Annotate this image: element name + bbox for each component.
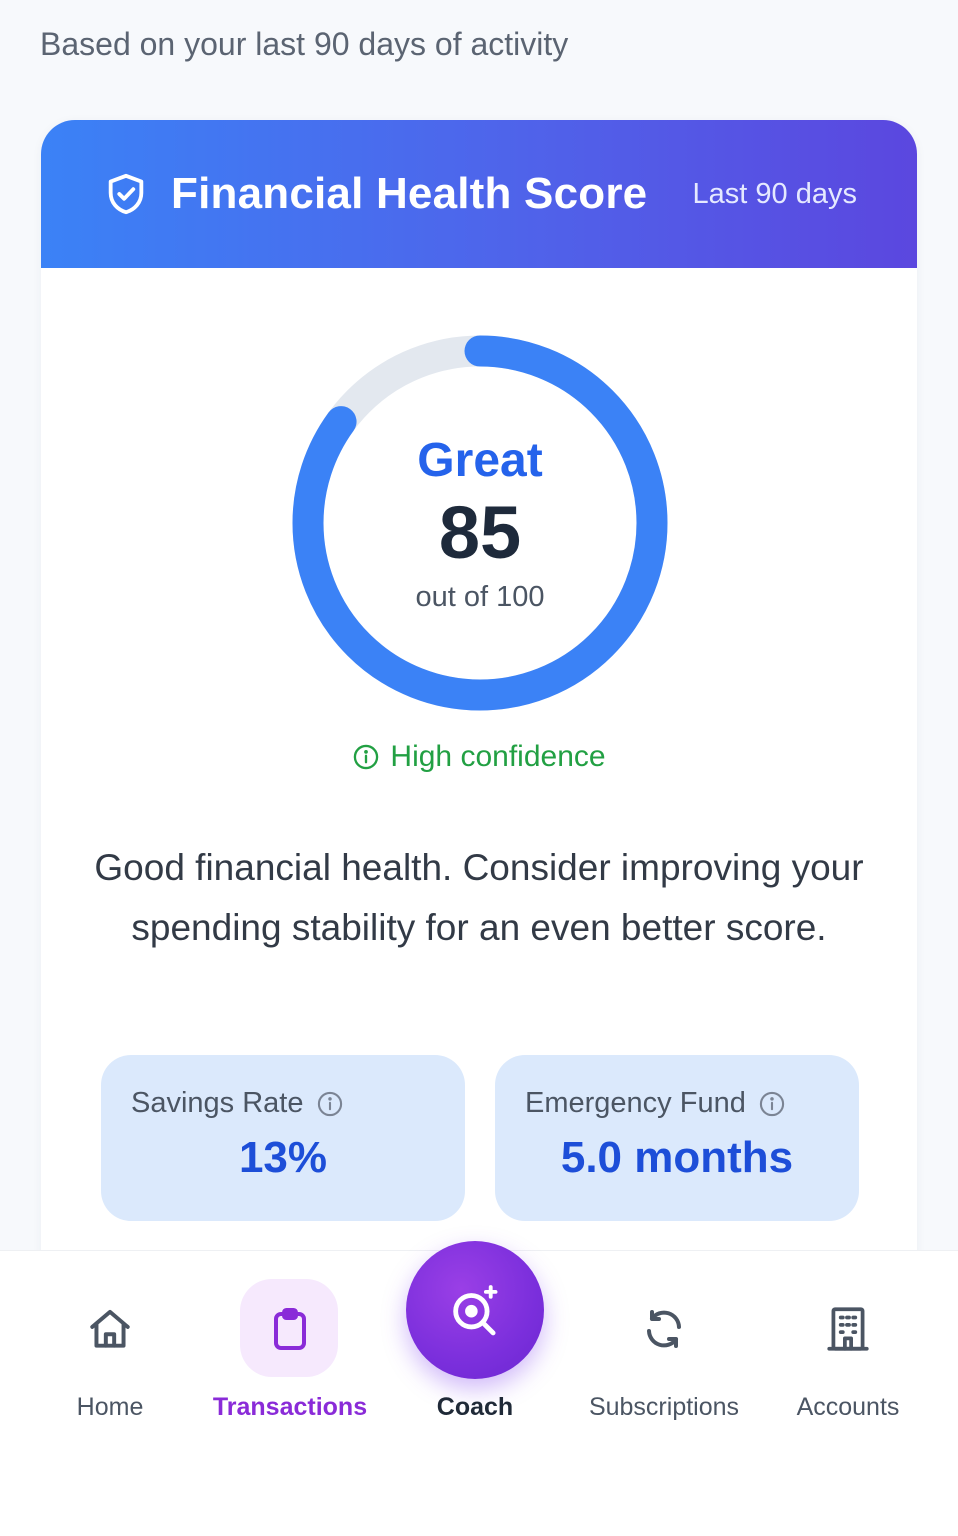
info-circle-icon [352,743,380,771]
home-icon [80,1299,140,1359]
metric-value: 13% [238,1133,328,1182]
score-rating: Great [417,434,543,487]
nav-label: Accounts [796,1393,900,1421]
financial-health-card: Financial Health Score Last 90 days Grea… [41,120,917,1280]
score-summary: Good financial health. Consider improvin… [94,847,864,948]
metric-emergency-fund: Emergency Fund 5.0 months [495,1055,859,1221]
nav-label: Coach [436,1393,514,1421]
bottom-nav: Home Transactions Coach Subscriptions Ac… [0,1241,958,1536]
app-screen: Based on your last 90 days of activity F… [0,0,958,1536]
page-subtitle: Based on your last 90 days of activity [40,26,569,62]
nav-label: Home [76,1393,144,1421]
score-value: 85 [438,491,522,574]
score-scale: out of 100 [415,581,545,613]
confidence-text: High confidence [390,740,606,773]
score-gauge: Great 85 out of 100 [292,335,668,711]
nav-label: Transactions [212,1393,368,1421]
card-range-label: Last 90 days [692,177,857,210]
metric-label: Emergency Fund [525,1087,746,1119]
building-icon [818,1299,878,1359]
metric-label: Savings Rate [131,1087,304,1119]
metric-savings-rate: Savings Rate 13% [101,1055,465,1221]
metric-value: 5.0 months [560,1133,794,1182]
info-circle-icon[interactable] [316,1090,344,1118]
info-circle-icon[interactable] [758,1090,786,1118]
card-title: Financial Health Score [171,169,648,218]
shield-check-icon [103,171,149,217]
sparkle-search-icon [446,1281,504,1339]
coach-fab[interactable] [406,1241,544,1379]
nav-label: Subscriptions [588,1393,740,1421]
card-header: Financial Health Score Last 90 days [41,120,917,268]
clipboard-icon [260,1299,320,1359]
score-readout: Great 85 out of 100 [292,335,668,711]
refresh-icon [634,1299,694,1359]
confidence-indicator: High confidence [41,740,917,774]
